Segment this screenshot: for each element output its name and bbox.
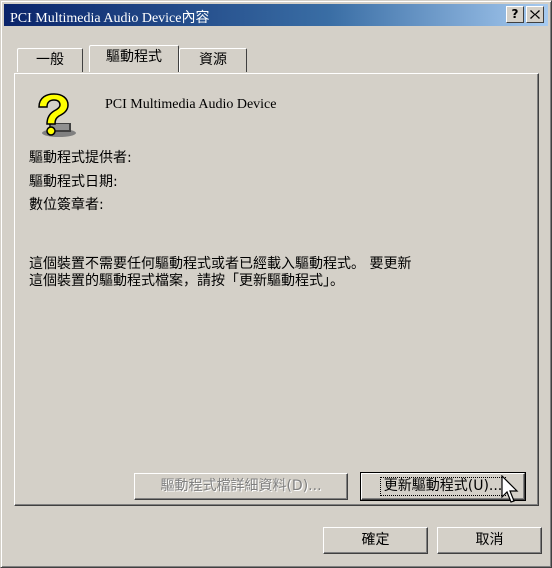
properties-dialog: PCI Multimedia Audio Device內容 ? 一般 驅動程式 … bbox=[0, 0, 552, 568]
digital-signer-label: 數位簽章者: bbox=[29, 197, 104, 213]
device-name: PCI Multimedia Audio Device bbox=[105, 97, 277, 112]
unknown-device-icon bbox=[38, 93, 76, 137]
mouse-cursor-icon bbox=[501, 475, 519, 503]
update-driver-label: 更新驅動程式(U)... bbox=[379, 477, 507, 496]
window-title: PCI Multimedia Audio Device內容 bbox=[10, 11, 210, 26]
driver-date-label: 驅動程式日期: bbox=[29, 174, 118, 190]
tab-general[interactable]: 一般 bbox=[17, 48, 83, 72]
ok-button[interactable]: 確定 bbox=[323, 527, 428, 554]
close-button[interactable] bbox=[526, 6, 544, 23]
driver-details-button[interactable]: 驅動程式檔詳細資料(D)... bbox=[134, 473, 348, 500]
driver-message: 這個裝置不需要任何驅動程式或者已經載入驅動程式。 要更新 這個裝置的驅動程式檔案… bbox=[29, 256, 529, 290]
tab-driver[interactable]: 驅動程式 bbox=[89, 45, 179, 72]
close-icon bbox=[530, 10, 540, 19]
driver-provider-label: 驅動程式提供者: bbox=[29, 150, 132, 166]
cancel-button[interactable]: 取消 bbox=[437, 527, 542, 554]
title-bar[interactable]: PCI Multimedia Audio Device內容 ? bbox=[4, 4, 548, 26]
driver-message-line-1: 這個裝置不需要任何驅動程式或者已經載入驅動程式。 要更新 bbox=[29, 256, 412, 272]
help-button[interactable]: ? bbox=[506, 6, 524, 23]
driver-message-line-2: 這個裝置的驅動程式檔案，請按「更新驅動程式」。 bbox=[29, 273, 344, 289]
tab-resources[interactable]: 資源 bbox=[179, 48, 247, 72]
